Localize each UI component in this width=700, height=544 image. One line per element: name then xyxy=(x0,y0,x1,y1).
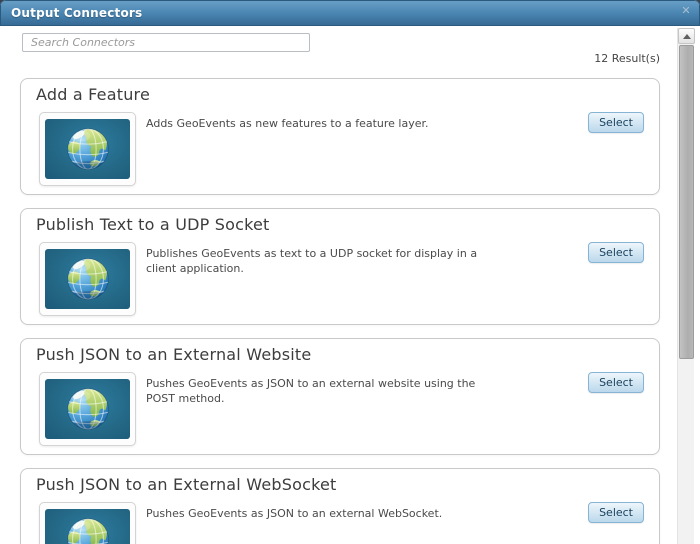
connector-card-publish-text-udp: Publish Text to a UDP Socket Publishes G… xyxy=(20,208,660,325)
connector-title: Push JSON to an External WebSocket xyxy=(36,475,337,494)
globe-icon xyxy=(45,379,130,439)
connector-thumbnail-frame xyxy=(39,242,136,316)
scrollbar-up-button[interactable] xyxy=(678,28,695,44)
select-button[interactable]: Select xyxy=(588,502,644,523)
connector-thumbnail-frame xyxy=(39,112,136,186)
dialog-title: Output Connectors xyxy=(11,6,143,20)
select-button[interactable]: Select xyxy=(588,372,644,393)
connector-description: Pushes GeoEvents as JSON to an external … xyxy=(146,377,476,405)
connector-card-push-json-website: Push JSON to an External Website Pushes … xyxy=(20,338,660,455)
scrollbar-thumb[interactable] xyxy=(679,45,694,359)
select-button[interactable]: Select xyxy=(588,242,644,263)
select-button[interactable]: Select xyxy=(588,112,644,133)
globe-icon xyxy=(45,509,130,544)
connector-card-push-json-websocket: Push JSON to an External WebSocket Pushe… xyxy=(20,468,660,544)
dialog-content: 12 Result(s) Add a Feature Adds GeoEvent… xyxy=(0,27,700,544)
vertical-scrollbar[interactable] xyxy=(677,28,695,544)
globe-icon xyxy=(45,119,130,179)
connector-description: Publishes GeoEvents as text to a UDP soc… xyxy=(146,247,478,275)
search-input[interactable] xyxy=(22,33,310,52)
results-count: 12 Result(s) xyxy=(594,52,660,65)
connector-list: Add a Feature Adds GeoEvents as new feat… xyxy=(20,78,660,544)
connector-description: Pushes GeoEvents as JSON to an external … xyxy=(146,507,443,520)
connector-title: Push JSON to an External Website xyxy=(36,345,312,364)
connector-thumbnail-frame xyxy=(39,372,136,446)
connector-title: Add a Feature xyxy=(36,85,151,104)
connector-title: Publish Text to a UDP Socket xyxy=(36,215,270,234)
dialog-titlebar: Output Connectors ✕ xyxy=(0,0,700,26)
connector-thumbnail-frame xyxy=(39,502,136,544)
close-icon[interactable]: ✕ xyxy=(679,4,693,18)
connector-description: Adds GeoEvents as new features to a feat… xyxy=(146,117,429,130)
output-connectors-dialog: Output Connectors ✕ 12 Result(s) Add a F… xyxy=(0,0,700,544)
globe-icon xyxy=(45,249,130,309)
up-triangle-icon xyxy=(682,33,691,39)
connector-card-add-a-feature: Add a Feature Adds GeoEvents as new feat… xyxy=(20,78,660,195)
